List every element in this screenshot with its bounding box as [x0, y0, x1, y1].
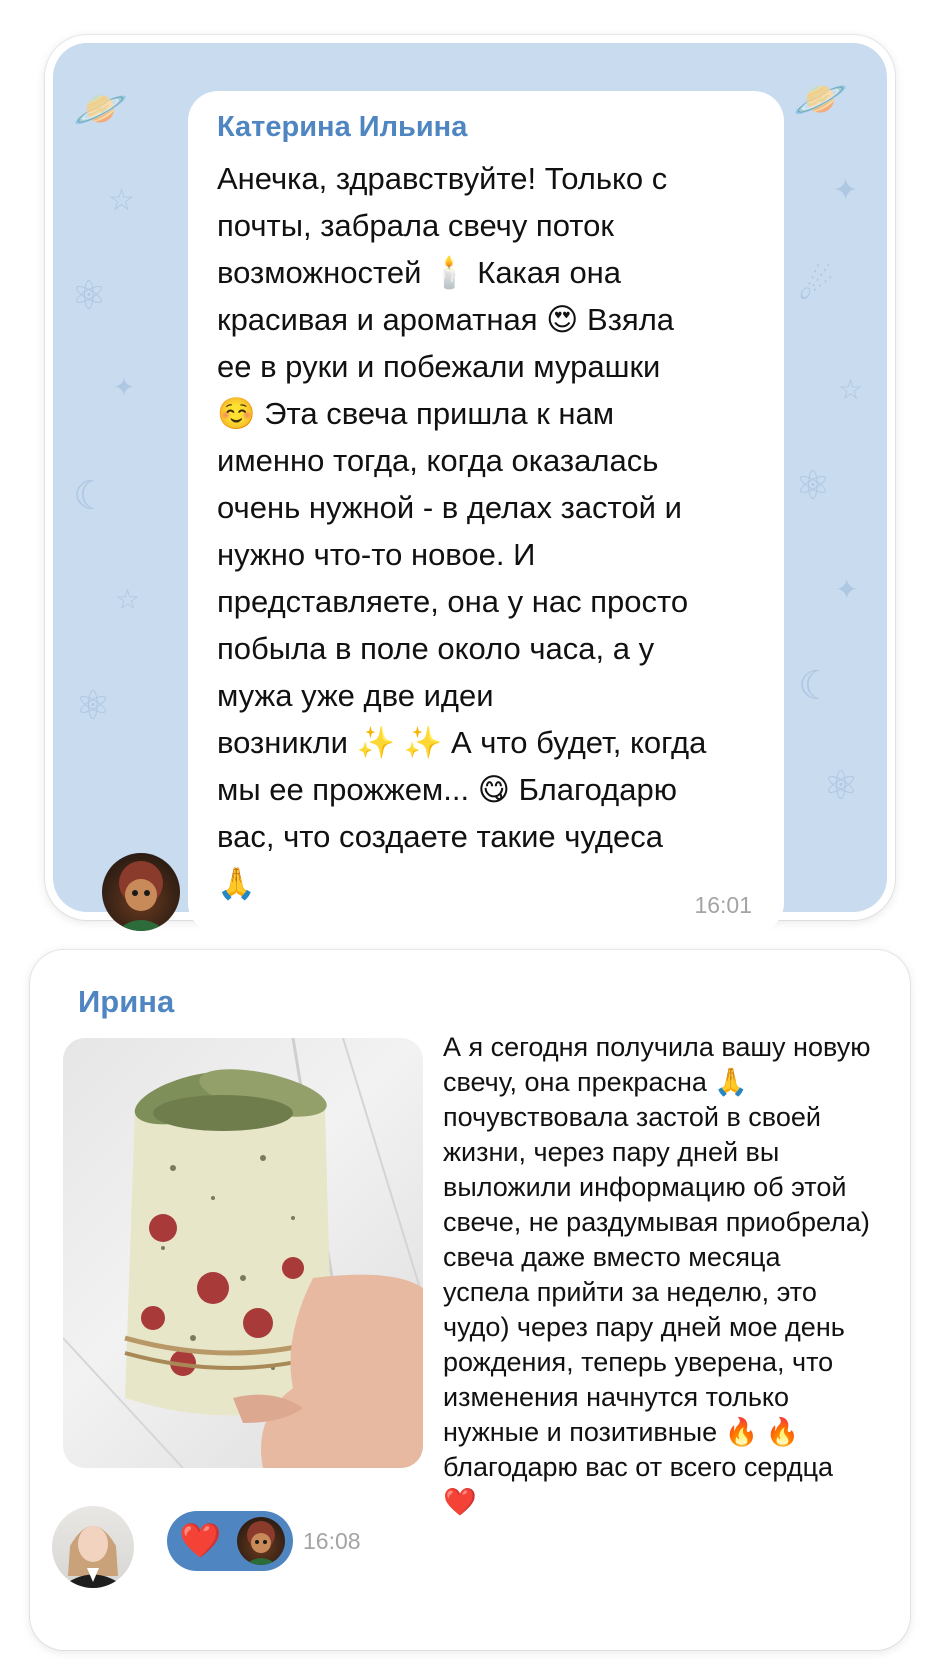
sender-name[interactable]: Ирина — [78, 984, 174, 1020]
avatar[interactable] — [102, 853, 180, 931]
review-card-2: Ирина А я сегодня получила вашу новую св… — [30, 950, 910, 1650]
doodle-star-icon: ☆ — [108, 183, 135, 218]
doodle-star-icon: ☆ — [838, 373, 864, 406]
doodle-atom-icon: ⚛ — [795, 463, 831, 509]
doodle-atom-icon: ⚛ — [823, 763, 859, 809]
doodle-moon-icon: ☾ — [798, 663, 834, 709]
doodle-star-icon: ☆ — [115, 583, 141, 616]
doodle-rocket-icon: ☄ — [798, 263, 834, 309]
doodle-star-icon: ✦ — [833, 173, 859, 208]
candle-photo[interactable] — [63, 1038, 423, 1468]
doodle-atom-icon: ⚛ — [75, 683, 111, 729]
review-card-1: 🪐 ☆ ⚛ ✦ ☾ ☆ ⚛ 🪐 ✦ ☄ ☆ ⚛ ✦ ☾ ⚛ Катерина И… — [45, 35, 895, 933]
message-text: А я сегодня получила вашу новую свечу, о… — [443, 1032, 871, 1517]
doodle-star-icon: ✦ — [113, 373, 135, 403]
doodle-moon-icon: ☾ — [73, 473, 109, 519]
avatar[interactable] — [52, 1506, 134, 1588]
message-time: 16:08 — [303, 1528, 361, 1554]
doodle-planet-icon: 🪐 — [73, 84, 128, 135]
doodle-atom-icon: ⚛ — [71, 273, 107, 319]
message-time: 16:01 — [694, 892, 752, 918]
message-text: Анечка, здравствуйте! Только с почты, за… — [217, 161, 707, 901]
reactor-avatar — [237, 1517, 285, 1565]
heart-icon: ❤️ — [179, 1521, 222, 1561]
reaction-badge[interactable]: ❤️ — [167, 1511, 293, 1571]
doodle-star-icon: ✦ — [835, 573, 859, 606]
doodle-planet-icon: 🪐 — [793, 74, 848, 125]
sender-name[interactable]: Катерина Ильина — [217, 111, 467, 144]
message-bubble: Катерина Ильина Анечка, здравствуйте! То… — [188, 91, 784, 933]
